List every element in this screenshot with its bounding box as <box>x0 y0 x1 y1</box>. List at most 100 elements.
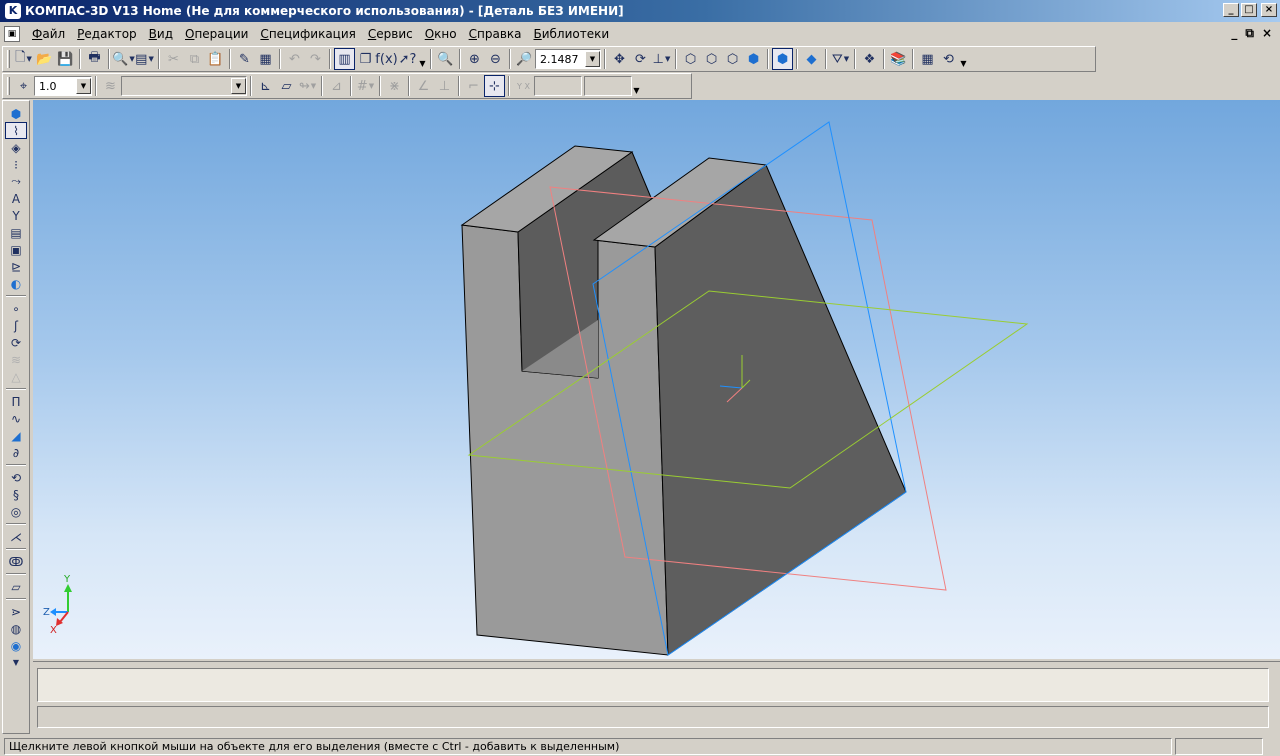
paste-icon[interactable]: 📋 <box>205 48 226 70</box>
cursor-step-icon[interactable]: ⌖ <box>13 75 34 97</box>
menu-service[interactable]: Сервис <box>362 25 419 43</box>
coord-x-field[interactable] <box>534 76 582 96</box>
auxiliary-geometry-icon[interactable]: ◈ <box>5 139 27 156</box>
mdi-minimize-button[interactable]: _ <box>1231 26 1237 41</box>
print-preview-icon[interactable]: 🔍 ▼ <box>112 48 135 70</box>
extend-curve-icon[interactable]: ⋗ <box>5 603 27 620</box>
manager-icon[interactable]: ▦ <box>917 48 938 70</box>
menu-libraries[interactable]: Библиотеки <box>528 25 616 43</box>
model-viewport[interactable]: Y Z X <box>33 100 1280 659</box>
filter-icon[interactable]: ⛛ ▼ <box>830 48 851 70</box>
diagnostics-icon[interactable]: Y <box>5 207 27 224</box>
properties-icon[interactable]: ▦ <box>255 48 276 70</box>
menu-editor[interactable]: Редактор <box>71 25 142 43</box>
minimize-button[interactable]: _ <box>1223 3 1239 17</box>
grid-icon[interactable]: # ▼ <box>355 75 376 97</box>
round-icon[interactable]: ⌐ <box>463 75 484 97</box>
intersection-curve-icon[interactable]: ∂ <box>5 444 27 461</box>
redo-icon[interactable]: ↷ <box>305 48 326 70</box>
surface-curve-icon[interactable]: ◎ <box>5 503 27 520</box>
copy-properties-icon[interactable]: ✎ <box>234 48 255 70</box>
cut-icon[interactable]: ✂ <box>163 48 184 70</box>
split-curve-icon[interactable]: ◍ <box>5 620 27 637</box>
document-icon[interactable]: ▣ <box>4 26 20 42</box>
trim-curve-icon[interactable]: ⋌ <box>5 528 27 545</box>
new-document-icon[interactable]: 🗋 ▼ <box>13 48 34 70</box>
edit-details-icon[interactable]: ⬢ <box>5 105 27 122</box>
toolbar-grip[interactable] <box>7 77 10 95</box>
close-button[interactable]: × <box>1261 3 1277 17</box>
property-panel-tabs[interactable] <box>37 706 1269 728</box>
zoom-in-icon[interactable]: ⊕ <box>464 48 485 70</box>
specification-icon[interactable]: ▤ <box>5 224 27 241</box>
spline-icon[interactable]: ʃ <box>5 317 27 334</box>
plane-orientation-icon[interactable]: ▱ <box>276 75 297 97</box>
conic-icon[interactable]: ≋ <box>5 351 27 368</box>
cone-icon[interactable]: △ <box>5 368 27 385</box>
spatial-curves-icon[interactable]: ⁝ <box>5 156 27 173</box>
toolbar-grip[interactable] <box>7 50 10 68</box>
hidden-lines-thin-icon[interactable]: ⬡ <box>722 48 743 70</box>
curve-offset-icon[interactable]: § <box>5 486 27 503</box>
variables-icon[interactable]: f(x) <box>375 48 397 70</box>
menu-specification[interactable]: Спецификация <box>254 25 361 43</box>
zoom-scale-icon[interactable]: 🔎 <box>514 48 535 70</box>
local-cs-icon[interactable]: ⊾ <box>255 75 276 97</box>
undo-icon[interactable]: ↶ <box>284 48 305 70</box>
angle-snap-icon[interactable]: ∠ <box>413 75 434 97</box>
helix-icon[interactable]: ⟳ <box>5 334 27 351</box>
composite-curve-icon[interactable]: ⟲ <box>5 469 27 486</box>
chevron-down-icon[interactable]: ▼ <box>585 51 600 67</box>
snaps-icon[interactable]: ⋇ <box>384 75 405 97</box>
appearance-icon[interactable]: ❖ <box>859 48 880 70</box>
connect-curve-icon[interactable]: ↂ <box>5 553 27 570</box>
toolbar-chevron-icon[interactable]: ▼ <box>959 47 968 71</box>
mdi-restore-button[interactable]: ⧉ <box>1245 26 1254 41</box>
layers-icon[interactable]: ≋ <box>100 75 121 97</box>
document-manager-icon[interactable]: ▤ ▼ <box>134 48 155 70</box>
projection-curve-icon[interactable]: ◢ <box>5 427 27 444</box>
property-panel-content[interactable] <box>37 668 1269 702</box>
step-combo[interactable]: 1.0 ▼ <box>34 76 92 96</box>
more-tools-icon[interactable]: ▼ <box>5 654 27 671</box>
halftone-icon[interactable]: ⬢ <box>743 48 764 70</box>
save-icon[interactable]: 💾 <box>55 48 76 70</box>
rebuild-icon[interactable]: ⟲ <box>938 48 959 70</box>
elements-icon[interactable]: ⊵ <box>5 258 27 275</box>
tree-panel-icon[interactable]: ▥ <box>334 48 355 70</box>
dimensions-icon[interactable]: A <box>5 190 27 207</box>
menu-file[interactable]: Файл <box>26 25 71 43</box>
copy-icon[interactable]: ⧉ <box>184 48 205 70</box>
halftone-edges-icon[interactable]: ⬢ <box>772 48 793 70</box>
libraries-manager-icon[interactable]: ❐ <box>355 48 376 70</box>
spline-points-icon[interactable]: ∿ <box>5 410 27 427</box>
sketch-icon[interactable]: ⌇ <box>5 122 27 139</box>
print-icon[interactable]: 🖶 <box>84 48 105 70</box>
axis-snap-icon[interactable]: ⊥ <box>434 75 455 97</box>
rotate-icon[interactable]: ⟳ <box>630 48 651 70</box>
parametric-mode-icon[interactable]: ⊹ <box>484 75 505 97</box>
menu-help[interactable]: Справка <box>463 25 528 43</box>
zoom-frame-icon[interactable]: 🔍 <box>435 48 456 70</box>
toolbar-chevron-icon[interactable]: ▼ <box>418 47 427 71</box>
fillet-curve-icon[interactable]: ◉ <box>5 637 27 654</box>
menu-operations[interactable]: Операции <box>179 25 254 43</box>
menu-window[interactable]: Окно <box>419 25 463 43</box>
wireframe-icon[interactable]: ⬡ <box>680 48 701 70</box>
hidden-lines-icon[interactable]: ⬡ <box>701 48 722 70</box>
sheet-metal-icon[interactable]: ◐ <box>5 275 27 292</box>
toolbar-chevron-icon[interactable]: ▼ <box>632 74 641 98</box>
open-icon[interactable]: 📂 <box>34 48 55 70</box>
part-face-side[interactable] <box>654 164 907 656</box>
plane-curve-icon[interactable]: ▱ <box>5 578 27 595</box>
surfaces-icon[interactable]: ⤳ <box>5 173 27 190</box>
chevron-down-icon[interactable]: ▼ <box>76 78 91 94</box>
zoom-combo[interactable]: 2.1487 ▼ <box>535 49 601 69</box>
maximize-button[interactable]: □ <box>1241 3 1257 17</box>
snap-icon[interactable]: ↬ ▼ <box>297 75 318 97</box>
menu-view[interactable]: Вид <box>143 25 179 43</box>
zoom-out-icon[interactable]: ⊖ <box>485 48 506 70</box>
layer-combo[interactable]: ▼ <box>121 76 247 96</box>
chevron-down-icon[interactable]: ▼ <box>231 78 246 94</box>
context-help-icon[interactable]: ➚? <box>397 48 418 70</box>
